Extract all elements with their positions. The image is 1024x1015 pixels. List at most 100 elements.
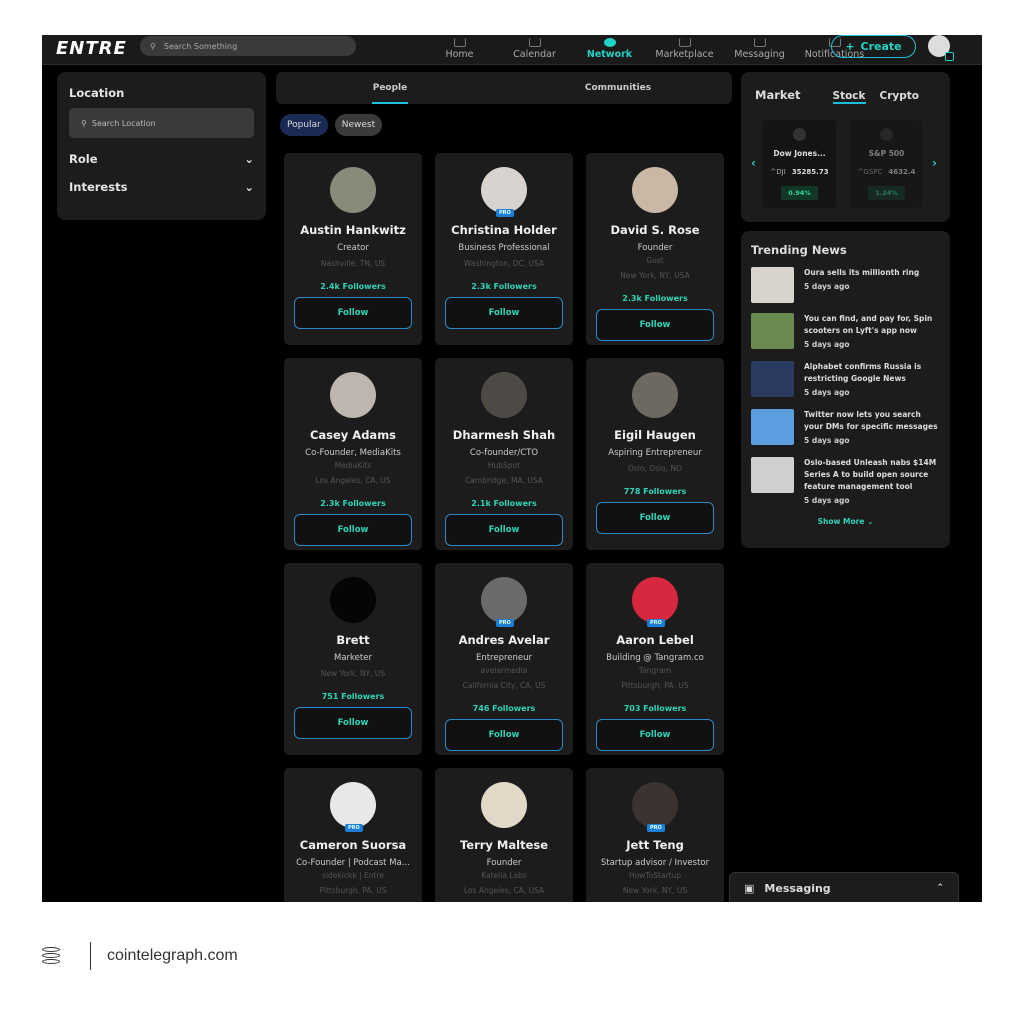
avatar[interactable] <box>330 577 376 623</box>
entre-logo[interactable]: ENTRE <box>56 38 127 59</box>
filters-panel: Location ⚲ Search Location Role ⌄ Interest… <box>57 72 266 220</box>
avatar[interactable]: PRO <box>481 167 527 217</box>
popular-pill[interactable]: Popular <box>280 114 328 136</box>
nav-calendar[interactable]: Calendar <box>497 35 572 60</box>
follow-button[interactable]: Follow <box>596 502 714 534</box>
avatar[interactable] <box>330 372 376 418</box>
follow-button[interactable]: Follow <box>294 297 412 329</box>
person-name[interactable]: Dharmesh Shah <box>453 428 555 442</box>
avatar[interactable]: PRO <box>632 782 678 832</box>
chevron-left-icon[interactable]: ‹ <box>751 156 756 170</box>
person-title: Business Professional <box>458 243 550 253</box>
chevron-up-icon[interactable]: ⌃ <box>936 883 944 893</box>
person-title: Co-Founder | Podcast Ma... <box>296 858 410 868</box>
follow-button[interactable]: Follow <box>445 719 563 751</box>
person-location: Nashville, TN, US <box>320 259 386 268</box>
person-name[interactable]: Cameron Suorsa <box>300 838 406 852</box>
person-name[interactable]: Eigil Haugen <box>614 428 696 442</box>
news-headline[interactable]: Alphabet confirms Russia is restricting … <box>804 361 940 385</box>
news-headline[interactable]: Oura sells its millionth ring <box>804 267 919 279</box>
follow-button[interactable]: Follow <box>294 707 412 739</box>
search-icon: ⚲ <box>150 41 156 51</box>
person-title: Co-founder/CTO <box>469 448 539 458</box>
location-title: Location <box>69 86 125 100</box>
tab-stock[interactable]: Stock <box>832 90 866 104</box>
interests-filter[interactable]: Interests ⌄ <box>69 180 254 194</box>
nav-messaging[interactable]: Messaging <box>722 35 797 60</box>
dropdown-icon[interactable] <box>945 52 954 61</box>
tab-people[interactable]: People <box>276 72 504 104</box>
person-name[interactable]: Brett <box>336 633 369 647</box>
person-name[interactable]: Terry Maltese <box>460 838 548 852</box>
location-search-input[interactable]: ⚲ Search Location <box>69 108 254 138</box>
follow-button[interactable]: Follow <box>445 514 563 546</box>
news-headline[interactable]: You can find, and pay for, Spin scooters… <box>804 313 940 337</box>
news-text: Twitter now lets you search your DMs for… <box>804 409 940 447</box>
person-name[interactable]: David S. Rose <box>610 223 699 237</box>
person-name[interactable]: Casey Adams <box>310 428 396 442</box>
avatar[interactable]: PRO <box>481 577 527 627</box>
app-window: ENTRE ⚲ Search Something Home Calendar Netw… <box>42 35 982 902</box>
create-button[interactable]: + Create <box>831 35 916 58</box>
person-location: New York, NY, US <box>622 886 688 895</box>
person-title: Founder <box>637 243 673 253</box>
avatar[interactable]: PRO <box>632 577 678 627</box>
follow-button[interactable]: Follow <box>445 297 563 329</box>
nav-home[interactable]: Home <box>422 35 497 60</box>
follow-button[interactable]: Follow <box>596 719 714 751</box>
person-title: Creator <box>337 243 369 253</box>
news-headline[interactable]: Twitter now lets you search your DMs for… <box>804 409 940 433</box>
person-location: New York, NY, USA <box>620 271 690 280</box>
person-location: Oslo, Oslo, NO <box>627 464 683 473</box>
tab-crypto[interactable]: Crypto <box>880 90 919 102</box>
person-name[interactable]: Aaron Lebel <box>616 633 694 647</box>
chevron-right-icon[interactable]: › <box>932 156 937 170</box>
avatar[interactable] <box>481 782 527 828</box>
news-time: 5 days ago <box>804 388 850 397</box>
role-filter[interactable]: Role ⌄ <box>69 152 254 166</box>
nav-marketplace[interactable]: Marketplace <box>647 35 722 60</box>
user-avatar[interactable] <box>928 35 954 61</box>
news-headline[interactable]: Oslo-based Unleash nabs $14M Series A to… <box>804 457 940 493</box>
avatar[interactable] <box>632 372 678 418</box>
news-item[interactable]: Twitter now lets you search your DMs for… <box>751 409 940 447</box>
mail-icon <box>753 38 766 47</box>
nav-network[interactable]: Network <box>572 35 647 60</box>
messaging-bar[interactable]: ▣ Messaging ⌃ <box>729 872 959 902</box>
nav-label: Network <box>586 49 633 60</box>
market-card[interactable]: S&P 500 ^GSPC 4632.4 1.24% <box>850 120 923 208</box>
chevron-down-icon: ⌄ <box>244 180 254 194</box>
network-icon <box>603 38 616 47</box>
person-location: Los Angeles, CA, US <box>315 476 391 485</box>
avatar[interactable]: PRO <box>330 782 376 832</box>
global-search-input[interactable]: ⚲ Search Something <box>140 36 356 56</box>
market-card[interactable]: Dow Jones... ^DJI 35285.73 0.94% <box>763 120 836 208</box>
avatar[interactable] <box>330 167 376 213</box>
followers-count: 2.3k Followers <box>622 294 688 303</box>
cointelegraph-logo <box>42 943 74 969</box>
news-item[interactable]: Alphabet confirms Russia is restricting … <box>751 361 940 399</box>
person-card: PRO Cameron Suorsa Co-Founder | Podcast Ma… <box>284 768 422 902</box>
follow-button[interactable]: Follow <box>294 514 412 546</box>
person-name[interactable]: Jett Teng <box>626 838 684 852</box>
news-item[interactable]: Oura sells its millionth ring 5 days ago <box>751 267 940 303</box>
news-item[interactable]: Oslo-based Unleash nabs $14M Series A to… <box>751 457 940 507</box>
person-title: Building @ Tangram.co <box>606 653 704 663</box>
news-item[interactable]: You can find, and pay for, Spin scooters… <box>751 313 940 351</box>
person-name[interactable]: Andres Avelar <box>459 633 550 647</box>
news-text: You can find, and pay for, Spin scooters… <box>804 313 940 351</box>
follow-button[interactable]: Follow <box>596 309 714 341</box>
change-badge: 1.24% <box>868 186 905 200</box>
avatar[interactable] <box>632 167 678 213</box>
show-more-button[interactable]: Show More ⌄ <box>751 517 940 526</box>
avatar[interactable] <box>481 372 527 418</box>
person-name[interactable]: Austin Hankwitz <box>300 223 406 237</box>
home-icon <box>453 38 466 47</box>
tab-communities[interactable]: Communities <box>504 72 732 104</box>
person-name[interactable]: Christina Holder <box>451 223 557 237</box>
news-text: Oura sells its millionth ring 5 days ago <box>804 267 919 303</box>
person-location: California City, CA, US <box>462 681 546 690</box>
person-company: Gust <box>646 256 664 265</box>
newest-pill[interactable]: Newest <box>334 114 383 136</box>
news-thumbnail <box>751 409 794 445</box>
